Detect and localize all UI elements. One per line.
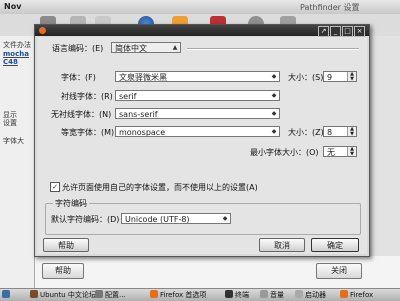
cancel-button[interactable]: 取消 (259, 238, 305, 252)
show-desktop-icon[interactable] (2, 290, 12, 300)
help-button[interactable]: 帮助 (43, 238, 89, 252)
taskbar-item[interactable]: Ubuntu 中文论坛 (30, 290, 96, 300)
ok-button[interactable]: 确定 (311, 238, 359, 252)
taskbar-item[interactable]: 终端 (225, 290, 249, 300)
taskbar-item[interactable]: Firefox (340, 290, 373, 300)
default-charset-select[interactable]: Unicode (UTF-8) ◆ (121, 213, 231, 224)
mono-size-label: 大小：(Z) (288, 128, 324, 137)
background-close-button[interactable]: 关闭 (316, 263, 362, 279)
background-help-button[interactable]: 帮助 (42, 263, 84, 279)
default-charset-label: 默认字符编码：(D) (51, 215, 120, 224)
spin-arrows-icon[interactable]: ▲ ▼ (347, 127, 356, 136)
taskbar: Ubuntu 中文论坛 配置... Firefox 首选项 终端 音量 启动器 … (0, 288, 400, 301)
charset-group-title: 字符编码 (53, 198, 89, 209)
taskbar-item[interactable]: 音量 (260, 290, 284, 300)
sans-select[interactable]: sans-serif ◆ (115, 108, 280, 119)
font-select[interactable]: 文泉驿微米黑 ◆ (115, 71, 280, 82)
allow-pages-label[interactable]: 允许页面使用自己的字体设置，而不使用以上的设置(A) (62, 182, 258, 193)
encoding-label: 语言编码：(E) (52, 44, 104, 53)
terminal-icon (225, 290, 233, 298)
taskbar-item[interactable]: 配置... (95, 290, 126, 300)
taskbar-item[interactable]: 启动器 (295, 290, 326, 300)
sidebar-sub: C48 (3, 58, 18, 66)
app-icon (95, 290, 103, 298)
volume-icon (260, 290, 268, 298)
mono-select[interactable]: monospace ◆ (115, 126, 280, 137)
divider (187, 48, 359, 50)
size-spinner[interactable]: 9 ▲ ▼ (323, 71, 357, 82)
sidebar-line: 字体大 (3, 137, 24, 145)
sidebar-link[interactable]: mocha (3, 50, 29, 58)
encoding-select[interactable]: 简体中文 ▲ (111, 42, 181, 53)
pin-icon[interactable]: ↗ (318, 26, 329, 37)
mono-size-spinner[interactable]: 8 ▲ ▼ (323, 126, 357, 137)
serif-label: 衬线字体：(R) (61, 92, 113, 101)
allow-pages-checkbox[interactable]: ✓ (50, 182, 60, 192)
close-icon[interactable]: × (354, 26, 365, 37)
sidebar-line: 设置 (3, 119, 17, 127)
dialog-titlebar[interactable]: ↗ _ □ × (35, 25, 369, 37)
launcher-icon (295, 290, 303, 298)
background-title: Nov (4, 2, 22, 11)
minimize-icon[interactable]: _ (330, 26, 341, 37)
size-label: 大小：(S) (288, 73, 324, 82)
spin-arrows-icon[interactable]: ▲ ▼ (347, 72, 356, 81)
background-titlebar: Nov Pathfinder 设置 (0, 0, 400, 15)
background-right-strip (368, 36, 400, 256)
min-size-label: 最小字体大小：(O) (250, 148, 319, 157)
font-label: 字体：(F) (61, 73, 96, 82)
chevron-down-icon: ◆ (271, 92, 277, 99)
chevron-down-icon: ◆ (271, 128, 277, 135)
serif-select[interactable]: serif ◆ (115, 90, 280, 101)
firefox-icon (150, 290, 158, 298)
chevron-down-icon: ▲ (172, 44, 178, 51)
min-size-spinner[interactable]: 无 ▲ ▼ (323, 146, 357, 157)
maximize-icon[interactable]: □ (342, 26, 353, 37)
firefox-icon (340, 290, 348, 298)
chevron-down-icon: ◆ (271, 73, 277, 80)
taskbar-item[interactable]: Firefox 首选项 (150, 290, 206, 300)
background-title-right: Pathfinder 设置 (300, 3, 360, 12)
dialog-body: 语言编码：(E) 简体中文 ▲ 字体：(F) 文泉驿微米黑 ◆ 大小：(S) 9… (37, 37, 367, 254)
app-icon (30, 290, 38, 298)
firefox-icon (39, 27, 46, 34)
chevron-down-icon: ◆ (222, 215, 228, 222)
chevron-down-icon: ◆ (271, 110, 277, 117)
background-sidebar: 文件办法 mocha C48 显示 设置 字体大 (0, 36, 35, 288)
mono-label: 等宽字体：(M) (61, 128, 115, 137)
sans-label: 无衬线字体：(N) (51, 110, 112, 119)
fonts-dialog: ↗ _ □ × 语言编码：(E) 简体中文 ▲ 字体：(F) 文泉驿微米黑 ◆ … (34, 24, 370, 257)
spin-arrows-icon[interactable]: ▲ ▼ (347, 147, 356, 156)
sidebar-heading: 文件办法 (3, 41, 31, 49)
